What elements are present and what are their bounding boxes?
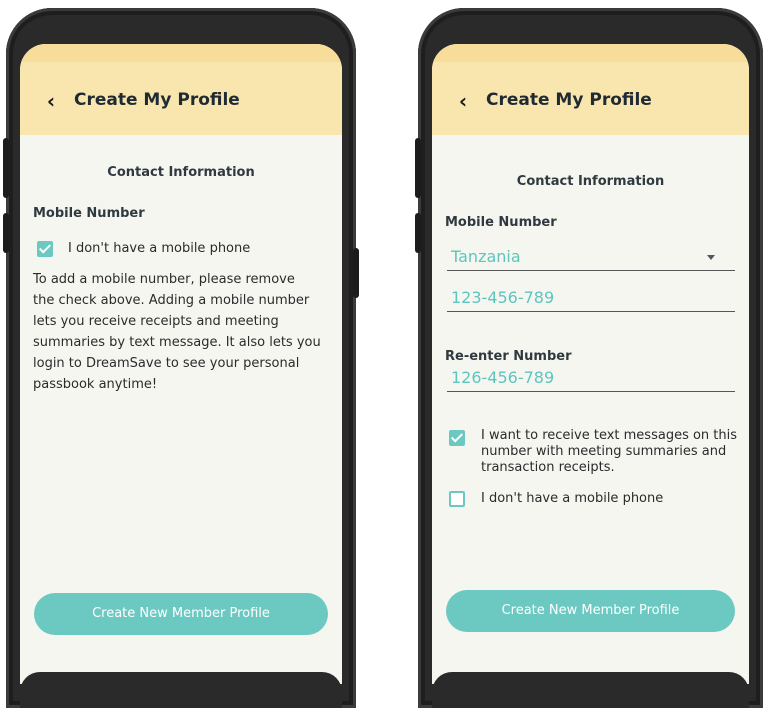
app-header: ‹ Create My Profile	[432, 44, 749, 135]
help-text-line: passbook anytime!	[33, 377, 158, 392]
country-select-value: Tanzania	[451, 247, 521, 266]
section-title: Contact Information	[516, 174, 665, 189]
page-title: Create My Profile	[486, 90, 652, 110]
sms-opt-in-checkbox[interactable]	[449, 430, 465, 446]
sms-opt-in-line: number with meeting summaries and	[481, 444, 727, 459]
reenter-number-input[interactable]: 126-456-789	[447, 366, 735, 392]
status-bar	[20, 44, 342, 62]
phone-side-button	[3, 213, 9, 253]
reenter-number-label: Re-enter Number	[445, 349, 572, 364]
help-text: To add a mobile number, please remove th…	[33, 269, 321, 395]
no-mobile-checkbox-label: I don't have a mobile phone	[68, 241, 251, 256]
section-title: Contact Information	[107, 165, 255, 180]
help-text-line: the check above. Adding a mobile number	[33, 293, 310, 308]
phone-right: ‹ Create My Profile Contact Information …	[415, 8, 763, 708]
help-text-line: lets you receive receipts and meeting	[33, 314, 279, 329]
screen-left: ‹ Create My Profile Contact Information …	[20, 44, 342, 684]
mobile-number-input[interactable]: 123-456-789	[447, 286, 735, 312]
mobile-number-label: Mobile Number	[33, 206, 145, 221]
phone-side-button	[3, 138, 9, 198]
phone-bottom-bezel	[432, 672, 749, 708]
back-chevron-icon[interactable]: ‹	[452, 89, 474, 113]
no-mobile-checkbox-label: I don't have a mobile phone	[481, 491, 664, 506]
help-text-line: summaries by text message. It also lets …	[33, 335, 321, 350]
sms-opt-in-line: transaction receipts.	[481, 460, 615, 475]
dropdown-caret-icon	[707, 255, 715, 260]
status-bar	[432, 44, 749, 62]
page-title: Create My Profile	[74, 90, 240, 110]
sms-opt-in-line: I want to receive text messages on this	[481, 428, 738, 443]
phone-side-button	[415, 213, 421, 253]
no-mobile-checkbox[interactable]	[449, 491, 465, 507]
create-member-profile-button[interactable]: Create New Member Profile	[34, 593, 328, 635]
no-mobile-checkbox[interactable]	[37, 241, 53, 257]
phone-left: ‹ Create My Profile Contact Information …	[3, 8, 359, 708]
help-text-line: To add a mobile number, please remove	[33, 272, 295, 287]
back-chevron-icon[interactable]: ‹	[40, 89, 62, 113]
phone-side-button	[353, 248, 359, 298]
phone-side-button	[415, 138, 421, 198]
create-member-profile-button[interactable]: Create New Member Profile	[446, 590, 735, 632]
sms-opt-in-label: I want to receive text messages on this …	[481, 428, 737, 476]
phone-bottom-bezel	[20, 672, 342, 708]
app-header: ‹ Create My Profile	[20, 44, 342, 135]
mobile-number-label: Mobile Number	[445, 215, 557, 230]
country-select[interactable]: Tanzania	[447, 245, 735, 271]
screen-right: ‹ Create My Profile Contact Information …	[432, 44, 749, 684]
help-text-line: login to DreamSave to see your personal	[33, 356, 300, 371]
